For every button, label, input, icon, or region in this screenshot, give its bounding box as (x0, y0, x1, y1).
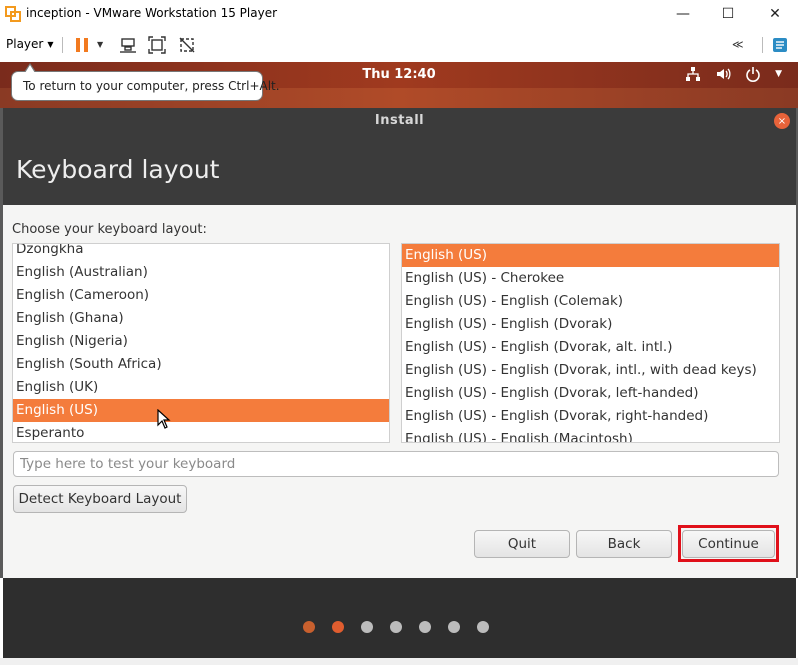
installer-window-title: Install (374, 113, 425, 128)
fullscreen-icon[interactable] (148, 36, 166, 54)
installer-header: Install × Keyboard layout (3, 108, 796, 205)
progress-dot-done (302, 621, 315, 633)
maximize-button[interactable]: ☐ (705, 0, 751, 28)
tooltip-arrow-fill (25, 65, 35, 73)
mouse-cursor-icon (157, 409, 171, 429)
page-title: Keyboard layout (16, 155, 220, 184)
progress-dot-current (331, 621, 344, 633)
volume-icon (717, 68, 731, 80)
keyboard-test-input[interactable] (13, 451, 779, 477)
toolbar-divider (62, 37, 63, 53)
layout-list-item[interactable]: English (Nigeria) (13, 330, 389, 353)
minimize-button[interactable]: — (660, 0, 706, 28)
variant-list-item[interactable]: English (US) - English (Dvorak, right-ha… (402, 405, 779, 428)
rewind-icon[interactable]: ≪ (732, 38, 744, 51)
power-icon (746, 67, 760, 82)
window-title: inception - VMware Workstation 15 Player (26, 6, 278, 20)
layout-list-item[interactable]: English (Cameroon) (13, 284, 389, 307)
progress-dot (389, 621, 402, 633)
installer-body: Choose your keyboard layout: Dzongkha En… (3, 205, 796, 578)
detect-keyboard-layout-button[interactable]: Detect Keyboard Layout (13, 485, 187, 513)
progress-dots (3, 621, 796, 633)
variant-list-item-selected[interactable]: English (US) (402, 244, 779, 267)
progress-dot (418, 621, 431, 633)
send-ctrl-alt-del-icon[interactable] (119, 36, 137, 54)
vmware-bottom-edge (0, 658, 798, 665)
quit-button[interactable]: Quit (474, 530, 570, 558)
player-menu-label: Player (6, 37, 44, 51)
layout-list-item[interactable]: English (Australian) (13, 261, 389, 284)
close-button[interactable]: ✕ (752, 0, 798, 28)
variant-list-item[interactable]: English (US) - English (Dvorak) (402, 313, 779, 336)
keyboard-layout-list[interactable]: Dzongkha English (Australian) English (C… (12, 243, 390, 443)
variant-list-item[interactable]: English (US) - English (Macintosh) (402, 428, 779, 442)
unity-mode-icon[interactable] (178, 36, 196, 54)
choose-layout-label: Choose your keyboard layout: (12, 222, 207, 237)
vmware-toolbar: Player ▼ ▼ ≪ (0, 28, 798, 62)
variant-list-item[interactable]: English (US) - English (Dvorak, left-han… (402, 382, 779, 405)
keyboard-variant-list[interactable]: English (US) English (US) - Cherokee Eng… (401, 243, 780, 443)
network-icon (686, 67, 701, 81)
layout-list-item-selected[interactable]: English (US) (13, 399, 389, 422)
system-tray[interactable]: ▼ (685, 66, 782, 82)
vmware-titlebar: inception - VMware Workstation 15 Player… (0, 0, 798, 28)
back-button[interactable]: Back (576, 530, 672, 558)
installer-close-button[interactable]: × (774, 113, 790, 129)
layout-list-item[interactable]: Esperanto (13, 422, 389, 442)
message-log-icon[interactable] (771, 36, 789, 54)
system-menu-chevron-icon: ▼ (775, 69, 782, 79)
variant-list-item[interactable]: English (US) - English (Dvorak, intl., w… (402, 359, 779, 382)
chevron-down-icon: ▼ (47, 39, 54, 49)
variant-list-item[interactable]: English (US) - Cherokee (402, 267, 779, 290)
player-menu[interactable]: Player ▼ (6, 37, 54, 51)
vmware-app-icon (5, 6, 21, 22)
pause-icon[interactable] (76, 38, 88, 52)
progress-dot (360, 621, 373, 633)
layout-list-item[interactable]: English (South Africa) (13, 353, 389, 376)
layout-list-item[interactable]: English (Ghana) (13, 307, 389, 330)
layout-list-item[interactable]: English (UK) (13, 376, 389, 399)
progress-dot (476, 621, 489, 633)
ctrl-alt-tooltip: To return to your computer, press Ctrl+A… (11, 71, 280, 101)
variant-list-item[interactable]: English (US) - English (Dvorak, alt. int… (402, 336, 779, 359)
variant-list-item[interactable]: English (US) - English (Colemak) (402, 290, 779, 313)
layout-list-item[interactable]: Dzongkha (13, 244, 389, 261)
progress-dot (447, 621, 460, 633)
continue-highlight-annotation (678, 525, 779, 562)
pause-menu-chevron-icon[interactable]: ▼ (97, 40, 103, 49)
installer-footer (3, 578, 796, 658)
toolbar-divider (762, 37, 763, 53)
